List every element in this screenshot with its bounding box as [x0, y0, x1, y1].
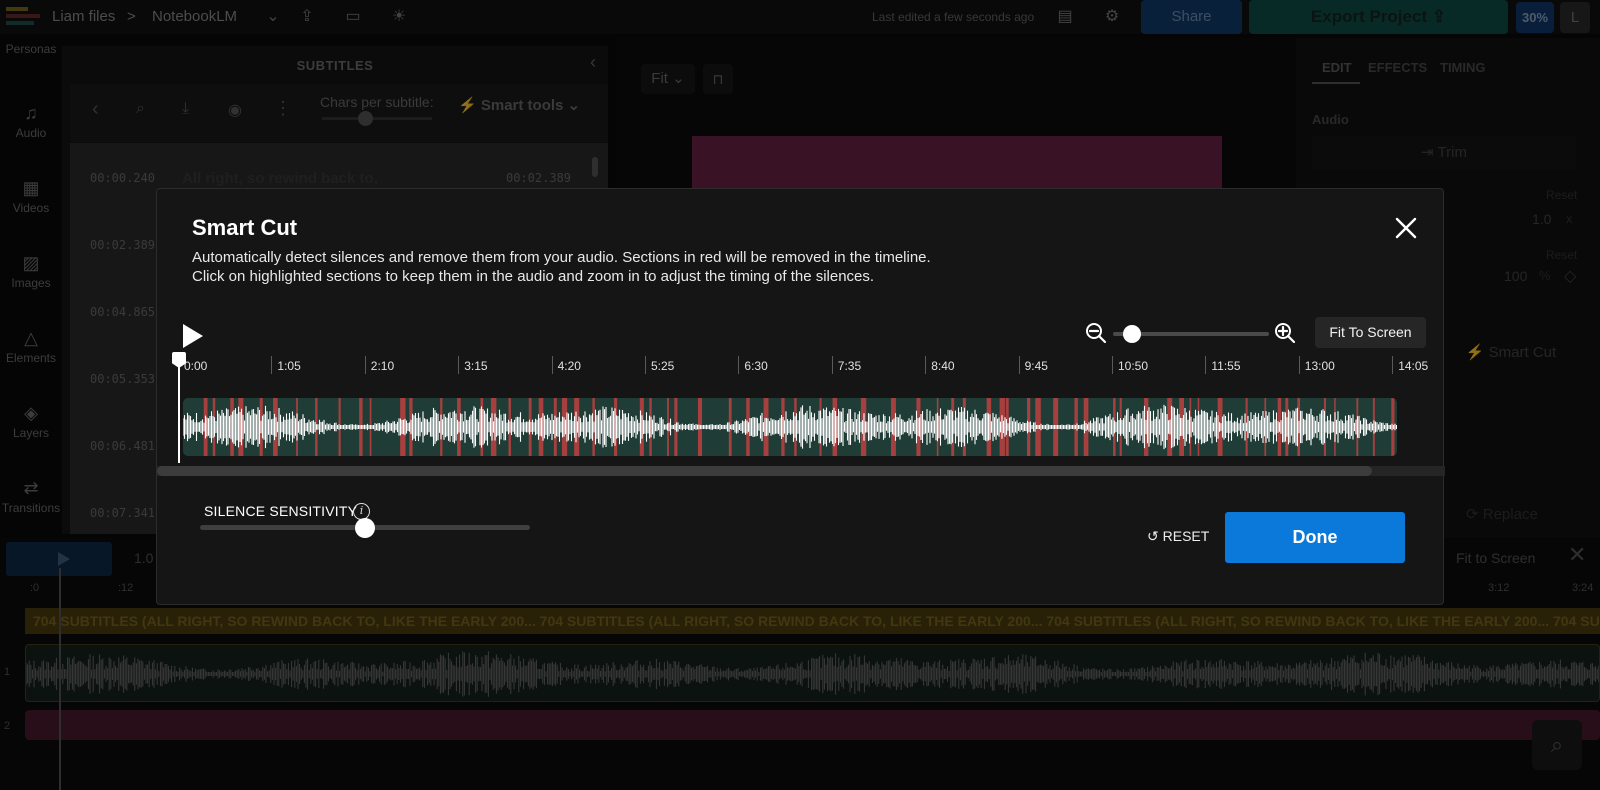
close-icon: [1395, 217, 1417, 239]
ruler-tick: [1392, 356, 1394, 374]
zoom-out-icon: [1086, 323, 1107, 344]
ruler-tick-label: 7:35: [837, 359, 862, 373]
horizontal-scrollbar[interactable]: [157, 466, 1445, 476]
ruler-tick-label: 8:40: [931, 359, 955, 373]
reset-label: RESET: [1162, 528, 1210, 544]
modal-description-line2: Click on highlighted sections to keep th…: [192, 268, 875, 285]
ruler-tick-label: 3:15: [464, 359, 488, 373]
ruler-tick: [645, 356, 646, 374]
ruler-tick-label: 11:55: [1211, 359, 1241, 373]
zoom-out-button[interactable]: [1084, 321, 1108, 345]
playhead-line[interactable]: [178, 367, 180, 463]
done-button[interactable]: Done: [1225, 512, 1405, 563]
silence-sensitivity-thumb[interactable]: [355, 518, 375, 538]
fit-to-screen-button[interactable]: Fit To Screen: [1315, 317, 1426, 348]
modal-title: Smart Cut: [192, 215, 298, 240]
scrollbar-thumb[interactable]: [157, 466, 1372, 476]
silence-sensitivity-label: SILENCE SENSITIVITY: [204, 503, 358, 519]
ruler-tick: [1205, 356, 1207, 374]
modal-description-line1: Automatically detect silences and remove…: [192, 249, 931, 266]
ruler-tick: [1298, 356, 1300, 374]
ruler-tick-label: 2:10: [370, 359, 395, 373]
ruler-tick: [738, 356, 740, 374]
play-button[interactable]: [181, 323, 205, 349]
ruler-tick: [551, 356, 553, 374]
ruler-tick: [458, 356, 460, 374]
zoom-in-button[interactable]: [1273, 321, 1297, 345]
play-icon: [183, 324, 203, 348]
ruler-tick: [925, 356, 927, 374]
ruler-tick-label: 5:25: [651, 359, 675, 373]
ruler-tick-label: 6:30: [744, 359, 768, 373]
ruler-tick-label: 14:05: [1398, 359, 1429, 373]
smart-cut-modal: Smart Cut Automatically detect silences …: [156, 188, 1445, 605]
ruler-tick: [364, 356, 366, 374]
waveform-path: [183, 404, 1397, 450]
ruler-tick: [1018, 356, 1020, 374]
close-button[interactable]: [1393, 215, 1419, 241]
waveform-graphic: [183, 398, 1397, 456]
ruler-tick-label: 13:00: [1304, 359, 1335, 373]
ruler-tick-label: 10:50: [1118, 359, 1149, 373]
ruler-tick: [831, 356, 833, 374]
ruler-tick-label: 0:00: [184, 359, 208, 373]
silence-segment[interactable]: [832, 398, 838, 456]
ruler-tick: [271, 356, 273, 374]
ruler-tick-label: 4:20: [557, 359, 581, 373]
zoom-slider-thumb[interactable]: [1122, 325, 1141, 343]
ruler-tick: [1112, 356, 1113, 374]
ruler-tick-label: 9:45: [1024, 359, 1048, 373]
smart-cut-waveform[interactable]: [183, 398, 1397, 456]
ruler-tick-label: 1:05: [277, 359, 301, 373]
zoom-in-icon: [1275, 323, 1296, 344]
reset-icon: ↺: [1147, 528, 1159, 544]
